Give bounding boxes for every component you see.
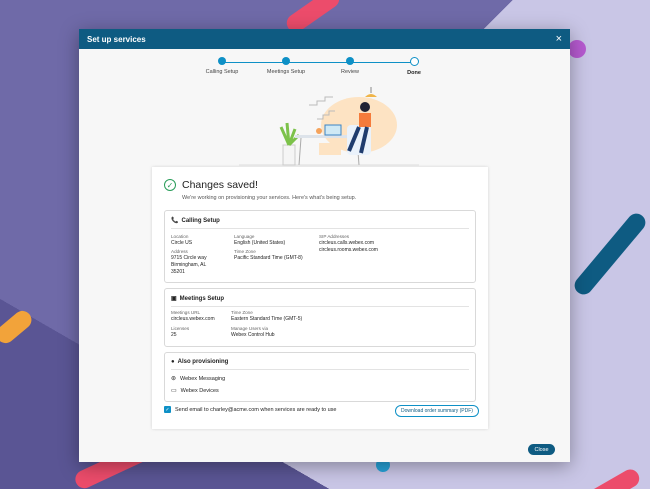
- licenses-field: Licenses 25: [171, 326, 190, 338]
- meetings-url-field: Meetings URL circleus.webex.com: [171, 310, 215, 322]
- download-summary-button[interactable]: Download order summary (PDF): [395, 405, 479, 417]
- calling-setup-section: 📞 Calling Setup Location Circle US Addre…: [164, 210, 476, 283]
- calendar-icon: ▣: [171, 296, 177, 302]
- card-heading: Changes saved!: [182, 179, 258, 191]
- setup-services-modal: Set up services × Calling Setup Meetings…: [79, 29, 570, 462]
- email-checkbox[interactable]: ✓: [164, 406, 171, 413]
- manage-users-field: Manage Users via Webex Control Hub: [231, 326, 275, 338]
- timezone-field: Time Zone Pacific Standard Time (GMT-8): [234, 249, 303, 261]
- email-checkbox-label: Send email to charley@acme.com when serv…: [175, 406, 337, 413]
- close-icon[interactable]: ×: [556, 33, 562, 45]
- card-subtitle: We're working on provisioning your servi…: [182, 195, 357, 201]
- check-circle-icon: ✓: [164, 179, 176, 191]
- meetings-setup-section: ▣ Meetings Setup Meetings URL circleus.w…: [164, 288, 476, 347]
- step-meetings-setup: Meetings Setup: [256, 57, 316, 75]
- step-done: Done: [384, 57, 444, 76]
- section-title: Calling Setup: [181, 217, 220, 224]
- also-provisioning-section: ● Also provisioning ⊛ Webex Messaging ▭ …: [164, 352, 476, 402]
- progress-stepper: Calling Setup Meetings Setup Review Done: [79, 49, 570, 81]
- list-item: ▭ Webex Devices: [171, 387, 219, 395]
- messaging-icon: ⊛: [171, 376, 177, 382]
- address-field: Address 9715 Circle way Birmingham, AL 3…: [171, 249, 207, 275]
- info-icon: ●: [171, 359, 175, 365]
- close-button[interactable]: Close: [528, 444, 555, 455]
- devices-icon: ▭: [171, 388, 177, 394]
- location-field: Location Circle US: [171, 234, 193, 246]
- changes-saved-card: ✓ Changes saved! We're working on provis…: [152, 167, 488, 429]
- section-title: Meetings Setup: [179, 295, 225, 302]
- section-title: Also provisioning: [177, 359, 229, 365]
- language-field: Language English (United States): [234, 234, 286, 246]
- list-item: ⊛ Webex Messaging: [171, 375, 226, 383]
- email-notification-row: ✓ Send email to charley@acme.com when se…: [164, 406, 337, 413]
- meetings-timezone-field: Time Zone Eastern Standard Time (GMT-5): [231, 310, 303, 322]
- sip-addresses-field: SIP Addresses circleus.calls.webex.com c…: [319, 234, 378, 253]
- step-review: Review: [320, 57, 380, 75]
- phone-icon: 📞: [171, 218, 179, 224]
- step-calling-setup: Calling Setup: [192, 57, 252, 75]
- modal-title: Set up services: [87, 34, 146, 44]
- modal-titlebar: Set up services ×: [79, 29, 570, 49]
